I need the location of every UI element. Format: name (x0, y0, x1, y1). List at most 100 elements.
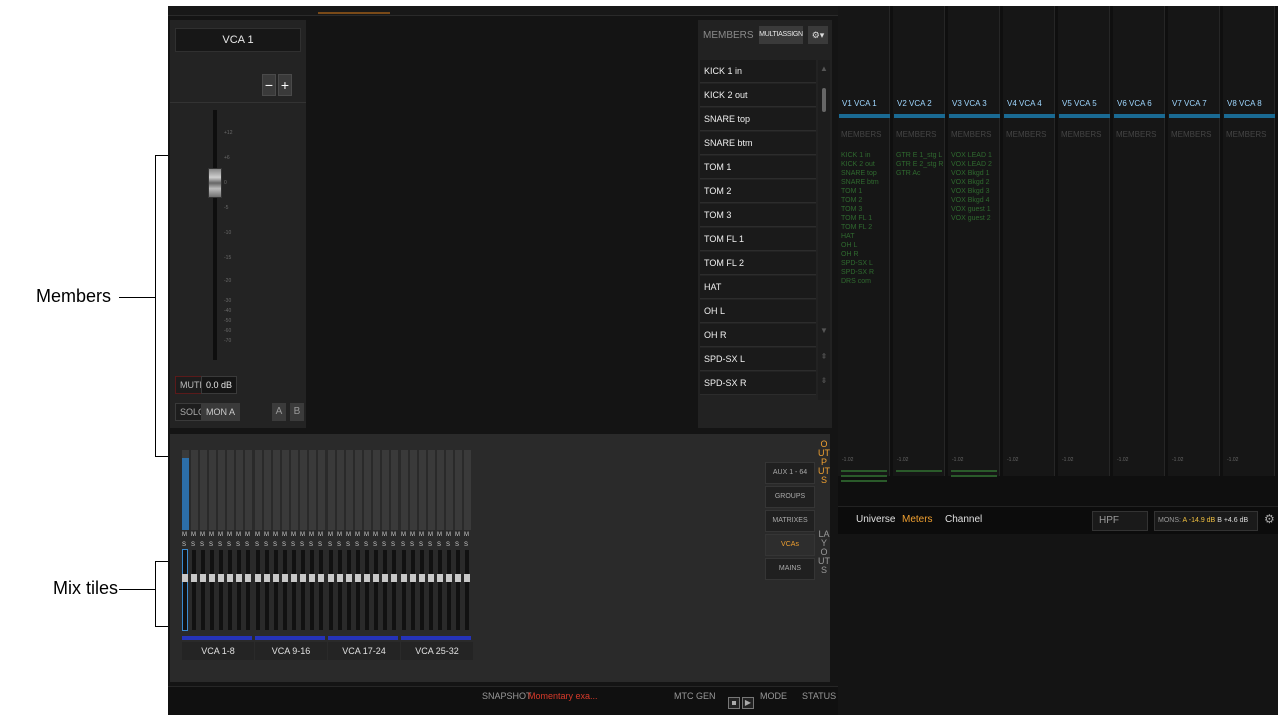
mix-tile-solo[interactable]: S (291, 542, 295, 548)
mix-tile-bank-label[interactable]: VCA 9-16 (255, 642, 327, 660)
vca-strip[interactable]: V7 VCA 7 MEMBERS -1.02 (1168, 6, 1220, 476)
output-type-button[interactable]: MATRIXES (765, 510, 815, 532)
scroll-up-icon[interactable]: ▲ (820, 64, 828, 73)
mix-tile-solo[interactable]: S (446, 542, 450, 548)
mix-tile-solo[interactable]: S (428, 542, 432, 548)
mix-tile-channel[interactable] (437, 450, 444, 530)
mix-tile-fader[interactable] (246, 550, 250, 630)
mix-tile-channel[interactable] (355, 450, 362, 530)
mix-tile-solo[interactable]: S (227, 542, 231, 548)
mon-a-button[interactable]: MON A (201, 403, 241, 421)
mix-tile-solo[interactable]: S (410, 542, 414, 548)
member-list-item[interactable]: KICK 2 out (700, 84, 816, 107)
mix-tile-channel[interactable] (309, 450, 316, 530)
settings-gear-icon[interactable]: ⚙ (1264, 512, 1275, 526)
mix-tile-mute[interactable]: M (209, 532, 214, 538)
b-button[interactable]: B (290, 403, 304, 421)
mix-tile-fader-cap[interactable] (337, 574, 343, 582)
mix-tile-mute[interactable]: M (282, 532, 287, 538)
mix-tile-channel[interactable] (291, 450, 298, 530)
tab-channel[interactable]: Channel (945, 514, 982, 525)
mix-tile-fader[interactable] (274, 550, 278, 630)
mix-tile-fader-cap[interactable] (428, 574, 434, 582)
mix-tile-solo[interactable]: S (337, 542, 341, 548)
mix-tile-fader[interactable] (301, 550, 305, 630)
vca-strip-header[interactable]: V3 VCA 3 (949, 95, 1000, 113)
mix-tile-bank[interactable]: M S M S M S M S M S M S M S M S VCA 1-8 (182, 450, 254, 662)
mix-tile-fader-cap[interactable] (382, 574, 388, 582)
tab-meters[interactable]: Meters (902, 514, 933, 525)
mix-tile-fader[interactable] (228, 550, 232, 630)
mix-tile-solo[interactable]: S (245, 542, 249, 548)
mix-tile-solo[interactable]: S (419, 542, 423, 548)
mix-tile-mute[interactable]: M (446, 532, 451, 538)
mix-tile-bank[interactable]: M S M S M S M S M S M S M S M S VCA 9-16 (255, 450, 327, 662)
mix-tile-fader[interactable] (456, 550, 460, 630)
mix-tile-channel[interactable] (255, 450, 262, 530)
mix-tile-mute[interactable]: M (401, 532, 406, 538)
mix-tile-mute[interactable]: M (245, 532, 250, 538)
mix-tile-fader-cap[interactable] (318, 574, 324, 582)
mix-tile-channel[interactable] (364, 450, 371, 530)
vca-fader-cap[interactable] (208, 168, 222, 198)
mix-tile-channel[interactable] (337, 450, 344, 530)
gear-icon[interactable]: ⚙▾ (808, 26, 828, 44)
member-list-item[interactable]: SNARE btm (700, 132, 816, 155)
mix-tile-fader[interactable] (201, 550, 205, 630)
a-button[interactable]: A (272, 403, 286, 421)
mix-tile-mute[interactable]: M (428, 532, 433, 538)
mix-tile-mute[interactable]: M (255, 532, 260, 538)
mix-tile-fader[interactable] (237, 550, 241, 630)
mix-tile-fader[interactable] (192, 550, 196, 630)
member-list-item[interactable]: SPD-SX L (700, 348, 816, 371)
mix-tile-fader[interactable] (429, 550, 433, 630)
mix-tile-fader-cap[interactable] (291, 574, 297, 582)
mix-tile-solo[interactable]: S (364, 542, 368, 548)
decrease-button[interactable]: − (262, 74, 276, 96)
mix-tile-solo[interactable]: S (209, 542, 213, 548)
mix-tile-solo[interactable]: S (373, 542, 377, 548)
mix-tile-channel[interactable] (273, 450, 280, 530)
vca-strip[interactable]: V8 VCA 8 MEMBERS -1.02 (1223, 6, 1275, 476)
mix-tile-channel[interactable] (455, 450, 462, 530)
vca-strip[interactable]: V2 VCA 2 MEMBERS GTR E 1_stg L GTR E 2_stg … (893, 6, 945, 476)
vca-strip[interactable]: V6 VCA 6 MEMBERS -1.02 (1113, 6, 1165, 476)
mix-tile-mute[interactable]: M (236, 532, 241, 538)
scroll-bottom-icon[interactable]: ⇟ (820, 376, 828, 385)
mix-tile-solo[interactable]: S (309, 542, 313, 548)
mix-tile-fader[interactable] (329, 550, 333, 630)
mix-tile-channel[interactable] (227, 450, 234, 530)
output-type-button[interactable]: VCAs (765, 534, 815, 556)
vca-strip-header[interactable]: V4 VCA 4 (1004, 95, 1055, 113)
scroll-thumb[interactable] (822, 88, 826, 112)
mix-tile-fader-cap[interactable] (273, 574, 279, 582)
active-top-tab[interactable] (318, 6, 390, 14)
mix-tile-solo[interactable]: S (282, 542, 286, 548)
mix-tile-mute[interactable]: M (410, 532, 415, 538)
mix-tile-mute[interactable]: M (182, 532, 187, 538)
mix-tile-fader-cap[interactable] (209, 574, 215, 582)
mix-tile-mute[interactable]: M (337, 532, 342, 538)
mix-tile-mute[interactable]: M (328, 532, 333, 538)
mix-tile-solo[interactable]: S (264, 542, 268, 548)
mix-tile-mute[interactable]: M (419, 532, 424, 538)
vca-fader-track[interactable] (213, 110, 217, 360)
mix-tile-channel[interactable] (236, 450, 243, 530)
mix-tile-mute[interactable]: M (455, 532, 460, 538)
mix-tile-channel[interactable] (300, 450, 307, 530)
mix-tile-fader[interactable] (310, 550, 314, 630)
output-type-button[interactable]: AUX 1 - 64 (765, 462, 815, 484)
mix-tile-fader-cap[interactable] (464, 574, 470, 582)
mix-tile-solo[interactable]: S (328, 542, 332, 548)
snapshot-value[interactable]: Momentary exa... (528, 691, 598, 701)
mix-tile-fader-cap[interactable] (182, 574, 188, 582)
mix-tile-channel[interactable] (410, 450, 417, 530)
mix-tile-channel[interactable] (419, 450, 426, 530)
mix-tile-fader-cap[interactable] (455, 574, 461, 582)
member-list-item[interactable]: KICK 1 in (700, 60, 816, 83)
mix-tile-fader-cap[interactable] (355, 574, 361, 582)
mix-tile-solo[interactable]: S (255, 542, 259, 548)
play-icon[interactable]: ▶ (742, 697, 754, 709)
mix-tile-fader[interactable] (383, 550, 387, 630)
mix-tile-fader[interactable] (319, 550, 323, 630)
